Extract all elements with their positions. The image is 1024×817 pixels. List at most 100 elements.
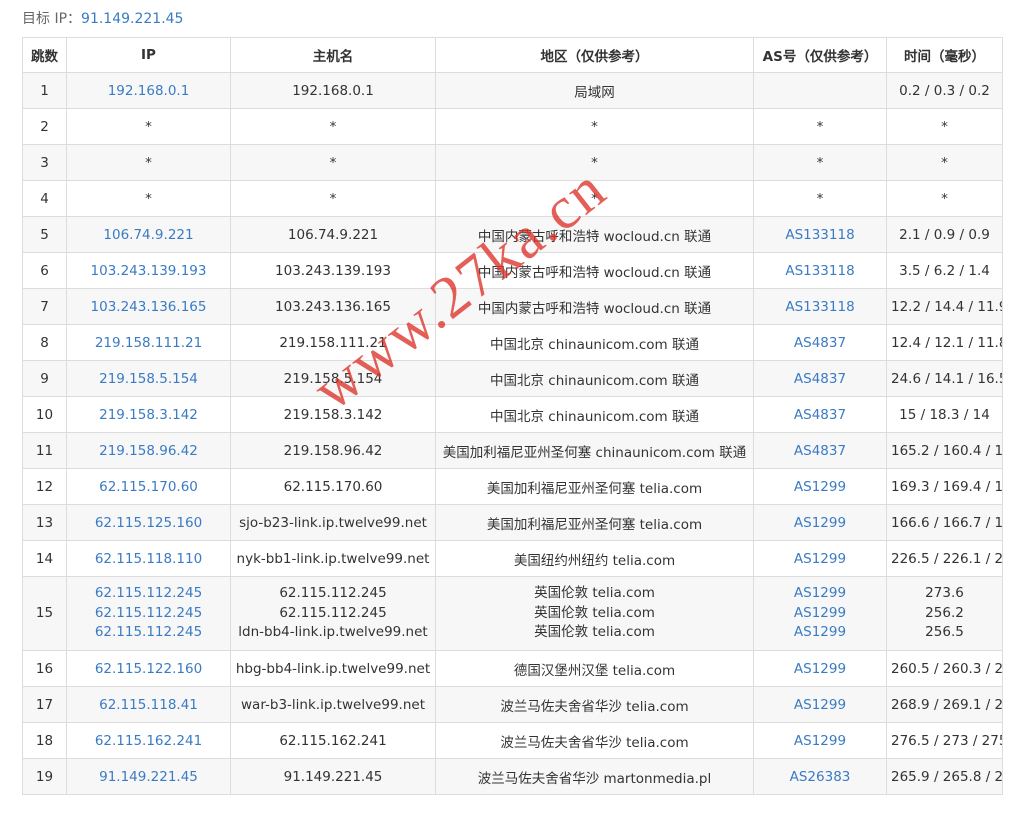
- ip-link[interactable]: 219.158.5.154: [71, 371, 226, 387]
- cell-region-text: 局域网: [574, 84, 615, 101]
- as-link[interactable]: AS4837: [758, 335, 882, 351]
- cell-host: 62.115.162.241: [230, 722, 436, 759]
- ip-link[interactable]: 62.115.122.160: [71, 661, 226, 677]
- cell-as: AS4837: [753, 432, 887, 469]
- cell-as: AS4837: [753, 324, 887, 361]
- as-link[interactable]: AS4837: [758, 371, 882, 387]
- as-link[interactable]: AS1299: [758, 733, 882, 749]
- cell-ip: 106.74.9.221: [66, 216, 231, 253]
- table-row: 13 62.115.125.160 sjo-b23-link.ip.twelve99…: [22, 504, 1003, 541]
- cell-host-text: 103.243.139.193: [275, 262, 391, 279]
- traceroute-table: 跳数 IP 主机名 地区（仅供参考） AS号（仅供参考） 时间（毫秒） 1 192…: [22, 37, 1003, 795]
- target-ip-line: 目标 IP：91.149.221.45: [22, 8, 183, 30]
- ip-link[interactable]: 219.158.3.142: [71, 407, 226, 423]
- cell-ip: 103.243.139.193: [66, 252, 231, 289]
- as-link[interactable]: AS1299: [758, 623, 882, 643]
- cell-host-text: 103.243.136.165: [275, 298, 391, 315]
- cell-as: AS4837: [753, 396, 887, 433]
- cell-time-text: 260.5 / 260.3 / 259.1: [891, 660, 1003, 677]
- as-link[interactable]: AS1299: [758, 584, 882, 604]
- cell-ip: 219.158.3.142: [66, 396, 231, 433]
- ip-link[interactable]: 62.115.170.60: [71, 479, 226, 495]
- cell-hop: 5: [22, 216, 67, 253]
- cell-host: *: [230, 180, 436, 217]
- cell-hop: 17: [22, 686, 67, 723]
- cell-time-text: 0.2 / 0.3 / 0.2: [899, 82, 990, 99]
- cell-region: 中国内蒙古呼和浩特 wocloud.cn 联通: [435, 252, 754, 289]
- ip-link[interactable]: 62.115.112.245: [71, 623, 226, 643]
- cell-region: *: [435, 180, 754, 217]
- cell-host-text: *: [329, 190, 337, 207]
- cell-host: 219.158.3.142: [230, 396, 436, 433]
- cell-host-text: ldn-bb4-link.ip.twelve99.net: [238, 624, 428, 641]
- as-link[interactable]: AS1299: [758, 479, 882, 495]
- table-header-row: 跳数 IP 主机名 地区（仅供参考） AS号（仅供参考） 时间（毫秒）: [22, 37, 1003, 73]
- ip-link[interactable]: 106.74.9.221: [71, 227, 226, 243]
- table-row: 11 219.158.96.42 219.158.96.42 美国加利福尼亚州圣何塞 …: [22, 432, 1003, 469]
- cell-as-text: *: [816, 118, 824, 135]
- ip-link[interactable]: 103.243.136.165: [71, 299, 226, 315]
- cell-host: 62.115.170.60: [230, 468, 436, 505]
- as-link[interactable]: AS133118: [758, 263, 882, 279]
- ip-link[interactable]: 219.158.111.21: [71, 335, 226, 351]
- ip-link[interactable]: 219.158.96.42: [71, 443, 226, 459]
- cell-time-text: 24.6 / 14.1 / 16.5: [891, 370, 1003, 387]
- cell-region: 美国加利福尼亚州圣何塞 telia.com: [435, 468, 754, 505]
- cell-hop: 16: [22, 650, 67, 687]
- as-link[interactable]: AS1299: [758, 604, 882, 624]
- cell-time: 3.5 / 6.2 / 1.4: [886, 252, 1003, 289]
- cell-time: 15 / 18.3 / 14: [886, 396, 1003, 433]
- as-link[interactable]: AS4837: [758, 443, 882, 459]
- cell-host: 219.158.5.154: [230, 360, 436, 397]
- as-link[interactable]: AS4837: [758, 407, 882, 423]
- cell-region-text: 美国加利福尼亚州圣何塞 telia.com: [486, 516, 703, 533]
- header-ip: IP: [66, 37, 231, 73]
- cell-time: 169.3 / 169.4 / 169.4: [886, 468, 1003, 505]
- cell-as: *: [753, 108, 887, 145]
- cell-time: 24.6 / 14.1 / 16.5: [886, 360, 1003, 397]
- as-link[interactable]: AS26383: [758, 769, 882, 785]
- cell-time-text: 256.2: [925, 604, 964, 621]
- as-link[interactable]: AS1299: [758, 515, 882, 531]
- cell-region-text: 波兰马佐夫舍省华沙 telia.com: [500, 734, 689, 751]
- table-row: 8 219.158.111.21 219.158.111.21 中国北京 chinau…: [22, 324, 1003, 361]
- cell-region: *: [435, 144, 754, 181]
- cell-host-text: *: [329, 118, 337, 135]
- as-link[interactable]: AS133118: [758, 299, 882, 315]
- cell-ip: 62.115.162.241: [66, 722, 231, 759]
- cell-region: 美国加利福尼亚州圣何塞 telia.com: [435, 504, 754, 541]
- cell-region-text: *: [591, 154, 598, 171]
- cell-hop: 9: [22, 360, 67, 397]
- ip-link[interactable]: 91.149.221.45: [71, 769, 226, 785]
- cell-time: 273.6 256.2 256.5: [886, 576, 1003, 651]
- ip-link[interactable]: 62.115.118.41: [71, 697, 226, 713]
- as-link[interactable]: AS133118: [758, 227, 882, 243]
- cell-host-text: 62.115.112.245: [279, 604, 387, 621]
- ip-link[interactable]: 103.243.139.193: [71, 263, 226, 279]
- cell-time-text: 226.5 / 226.1 / 226.2: [891, 550, 1003, 567]
- as-link[interactable]: AS1299: [758, 697, 882, 713]
- cell-host-text: 62.115.170.60: [283, 478, 383, 495]
- cell-time: 12.2 / 14.4 / 11.9: [886, 288, 1003, 325]
- table-row: 3 * * * * *: [22, 144, 1003, 181]
- cell-ip: 192.168.0.1: [66, 72, 231, 109]
- ip-link[interactable]: 62.115.118.110: [71, 551, 226, 567]
- cell-host-text: war-b3-link.ip.twelve99.net: [241, 696, 425, 713]
- ip-link[interactable]: 62.115.162.241: [71, 733, 226, 749]
- ip-link[interactable]: 62.115.125.160: [71, 515, 226, 531]
- ip-link[interactable]: 62.115.112.245: [71, 604, 226, 624]
- cell-time-text: 12.4 / 12.1 / 11.8: [891, 334, 1003, 351]
- cell-hop: 8: [22, 324, 67, 361]
- cell-host: nyk-bb1-link.ip.twelve99.net: [230, 540, 436, 577]
- ip-link[interactable]: 192.168.0.1: [71, 83, 226, 99]
- cell-as: *: [753, 180, 887, 217]
- as-link[interactable]: AS1299: [758, 661, 882, 677]
- cell-ip-text: *: [145, 190, 152, 207]
- as-link[interactable]: AS1299: [758, 551, 882, 567]
- ip-link[interactable]: 62.115.112.245: [71, 584, 226, 604]
- cell-time: 2.1 / 0.9 / 0.9: [886, 216, 1003, 253]
- cell-region: 美国加利福尼亚州圣何塞 chinaunicom.com 联通: [435, 432, 754, 469]
- table-row: 6 103.243.139.193 103.243.139.193 中国内蒙古呼和浩特…: [22, 252, 1003, 289]
- cell-hop: 14: [22, 540, 67, 577]
- cell-ip-text: *: [145, 118, 152, 135]
